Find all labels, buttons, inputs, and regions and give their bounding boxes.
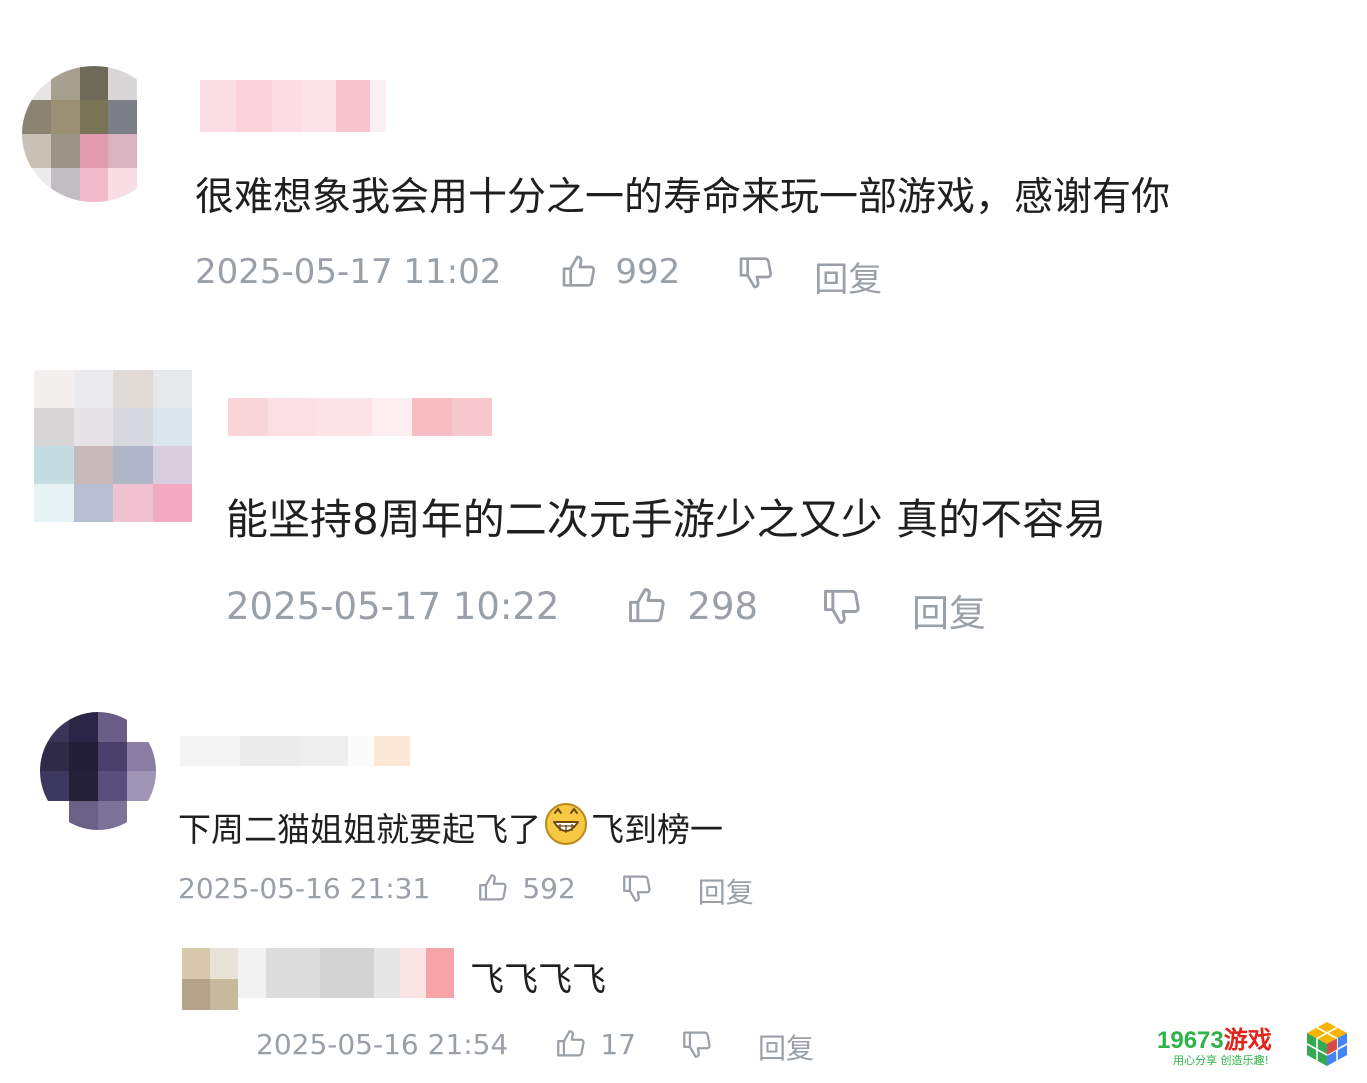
reply-button[interactable]: 回复 bbox=[758, 1027, 814, 1067]
timestamp: 2025-05-16 21:54 bbox=[256, 1027, 509, 1061]
like-count: 17 bbox=[600, 1027, 636, 1061]
username-blurred[interactable] bbox=[238, 948, 454, 998]
thumbs-up-icon[interactable] bbox=[476, 871, 510, 905]
thumbs-down-icon[interactable] bbox=[820, 584, 864, 628]
username-blurred[interactable] bbox=[228, 398, 492, 436]
watermark-logo: 19673游戏 用心分享 创造乐趣! bbox=[1157, 1018, 1357, 1074]
thumbs-up-icon[interactable] bbox=[554, 1027, 588, 1061]
comment-2: 能坚持8周年的二次元手游少之又少 真的不容易 2025-05-17 10:22 … bbox=[0, 360, 1367, 680]
like-count: 298 bbox=[687, 584, 759, 628]
comment-meta: 2025-05-16 21:54 17 回复 bbox=[256, 1024, 814, 1067]
avatar[interactable] bbox=[182, 948, 238, 1010]
comment-text-after: 飞到榜一 bbox=[591, 810, 723, 849]
watermark-slogan: 用心分享 创造乐趣! bbox=[1173, 1054, 1269, 1067]
reply-button[interactable]: 回复 bbox=[814, 252, 882, 301]
comment-text: 很难想象我会用十分之一的寿命来玩一部游戏，感谢有你 bbox=[195, 175, 1171, 220]
comment-text: 下周二猫姐姐就要起飞了 飞到榜一 bbox=[178, 800, 723, 854]
like-count: 992 bbox=[615, 252, 681, 292]
comment-1: 很难想象我会用十分之一的寿命来玩一部游戏，感谢有你 2025-05-17 11:… bbox=[0, 0, 1367, 320]
timestamp: 2025-05-17 11:02 bbox=[195, 252, 502, 292]
grinning-emoji-icon bbox=[543, 800, 589, 854]
avatar[interactable] bbox=[34, 370, 192, 522]
timestamp: 2025-05-17 10:22 bbox=[226, 584, 560, 628]
watermark-brand-cn: 游戏 bbox=[1223, 1027, 1272, 1054]
comment-text-before: 下周二猫姐姐就要起飞了 bbox=[178, 810, 541, 849]
like-count: 592 bbox=[522, 871, 576, 905]
comment-meta: 2025-05-17 10:22 298 回复 bbox=[226, 580, 986, 636]
thumbs-down-icon[interactable] bbox=[680, 1027, 714, 1061]
reply-button[interactable]: 回复 bbox=[912, 583, 986, 637]
thumbs-down-icon[interactable] bbox=[620, 871, 654, 905]
comment-text: 飞飞飞飞 bbox=[470, 960, 606, 1000]
cube-logo-icon bbox=[1306, 1022, 1348, 1066]
comment-text: 能坚持8周年的二次元手游少之又少 真的不容易 bbox=[226, 495, 1107, 544]
thumbs-up-icon[interactable] bbox=[559, 252, 599, 292]
reply-button[interactable]: 回复 bbox=[698, 871, 754, 911]
comment-meta: 2025-05-16 21:31 592 回复 bbox=[178, 868, 754, 911]
comment-3: 下周二猫姐姐就要起飞了 飞到榜一 2025-05-16 21:31 592 回复 bbox=[0, 700, 1367, 930]
watermark-brand-number: 19673 bbox=[1157, 1027, 1224, 1054]
watermark-brand: 19673游戏 bbox=[1157, 1020, 1272, 1055]
avatar[interactable] bbox=[40, 712, 156, 830]
timestamp: 2025-05-16 21:31 bbox=[178, 871, 431, 905]
avatar[interactable] bbox=[22, 66, 166, 202]
comment-meta: 2025-05-17 11:02 992 回复 bbox=[195, 248, 882, 300]
username-blurred[interactable] bbox=[200, 80, 386, 132]
thumbs-down-icon[interactable] bbox=[736, 252, 776, 292]
thumbs-up-icon[interactable] bbox=[625, 584, 669, 628]
username-blurred[interactable] bbox=[180, 736, 410, 766]
